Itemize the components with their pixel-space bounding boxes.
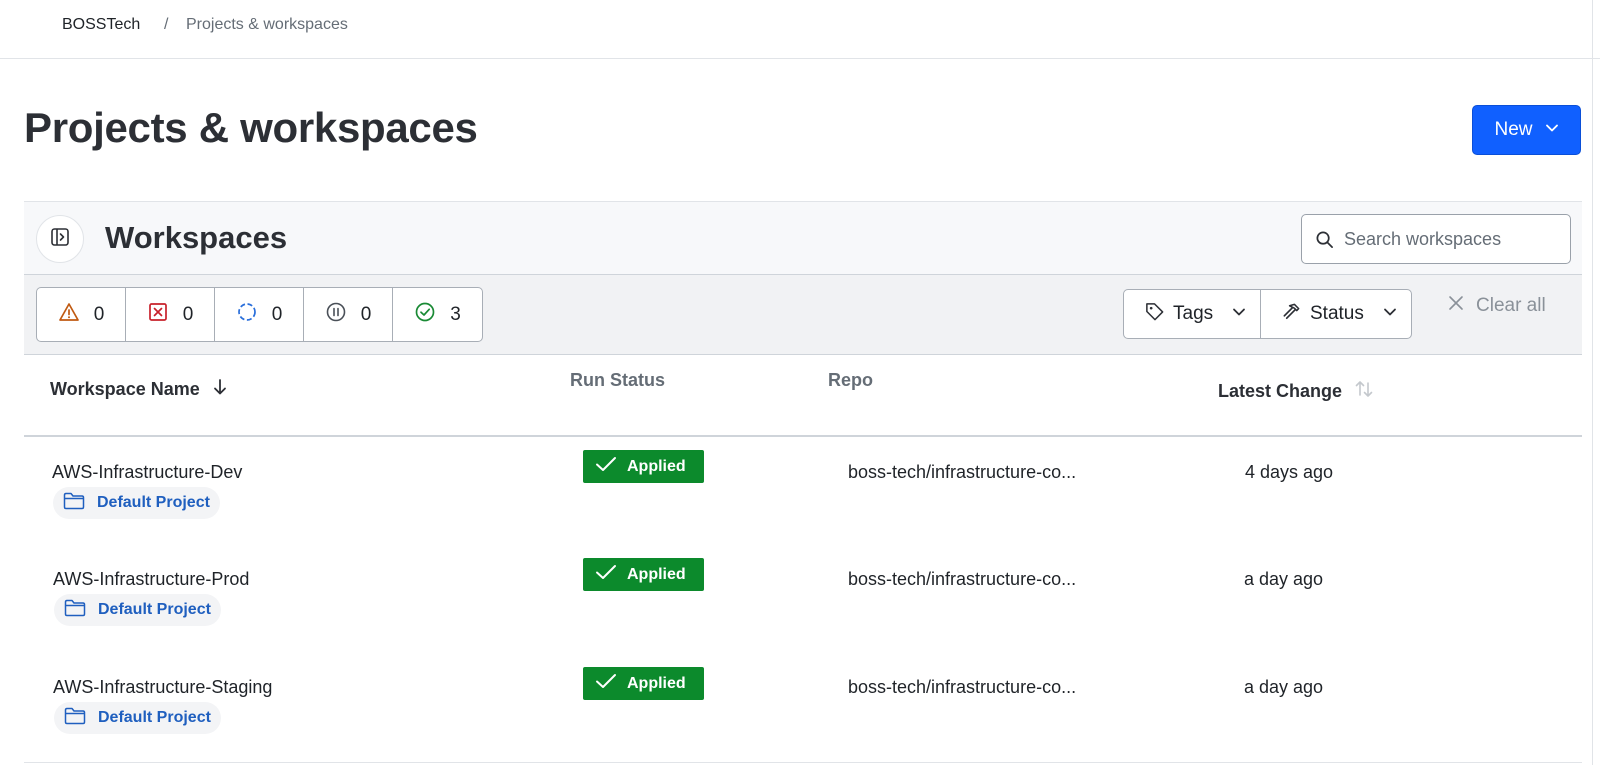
project-tag[interactable]: Default Project bbox=[54, 702, 221, 734]
new-button-label: New bbox=[1494, 119, 1533, 140]
table-row[interactable]: AWS-Infrastructure-Prod Default Project … bbox=[24, 558, 1582, 669]
search-workspaces-box[interactable] bbox=[1301, 214, 1571, 264]
column-header-run-status: Run Status bbox=[570, 370, 666, 390]
column-header-latest-change[interactable]: Latest Change bbox=[1218, 378, 1374, 405]
folder-icon bbox=[64, 599, 86, 622]
workspace-name-link[interactable]: AWS-Infrastructure-Staging bbox=[53, 677, 272, 698]
project-tag-label: Default Project bbox=[97, 494, 210, 511]
check-icon bbox=[595, 456, 617, 477]
repo-link[interactable]: boss-tech/infrastructure-co... bbox=[848, 569, 1076, 590]
latest-change-text: 4 days ago bbox=[1245, 462, 1334, 482]
breadcrumb-current-page: Projects & workspaces bbox=[186, 16, 348, 33]
error-icon bbox=[147, 301, 169, 329]
table-row[interactable]: AWS-Infrastructure-Staging Default Proje… bbox=[24, 667, 1582, 765]
table-row[interactable]: AWS-Infrastructure-Dev Default Project A… bbox=[24, 450, 1582, 562]
status-filter-count: 0 bbox=[360, 303, 372, 325]
check-icon bbox=[595, 564, 617, 585]
clear-all-button[interactable]: Clear all bbox=[1448, 295, 1546, 317]
workspace-name-link[interactable]: AWS-Infrastructure-Prod bbox=[53, 569, 249, 590]
sort-icon bbox=[1354, 378, 1374, 405]
breadcrumb-org-link[interactable]: BOSSTech bbox=[62, 16, 140, 34]
column-header-repo: Repo bbox=[828, 370, 873, 390]
column-header-workspace-name[interactable]: Workspace Name bbox=[50, 378, 228, 401]
success-icon bbox=[414, 301, 436, 329]
workspaces-title: Workspaces bbox=[105, 220, 288, 255]
chevron-down-icon bbox=[1545, 119, 1559, 141]
chevron-down-icon bbox=[1383, 303, 1397, 325]
repo-link[interactable]: boss-tech/infrastructure-co... bbox=[848, 677, 1076, 698]
workspaces-header: Workspaces bbox=[24, 201, 1582, 275]
hammer-icon bbox=[1281, 301, 1302, 328]
close-icon bbox=[1448, 295, 1464, 317]
search-icon bbox=[1315, 230, 1334, 254]
table-header: Workspace Name Run Status Repo Latest Ch… bbox=[24, 355, 1582, 437]
page-title: Projects & workspaces bbox=[24, 104, 478, 151]
tags-dropdown[interactable]: Tags bbox=[1124, 290, 1261, 338]
paused-icon bbox=[325, 301, 347, 329]
run-status-badge: Applied bbox=[583, 558, 704, 591]
run-status-badge: Applied bbox=[583, 667, 704, 700]
project-tag[interactable]: Default Project bbox=[54, 594, 221, 626]
breadcrumb: BOSSTech / Projects & workspaces bbox=[0, 0, 1600, 59]
project-tag-label: Default Project bbox=[98, 601, 211, 618]
project-tag-label: Default Project bbox=[98, 709, 211, 726]
status-dropdown-label: Status bbox=[1310, 303, 1364, 324]
latest-change-text: a day ago bbox=[1244, 569, 1324, 589]
latest-change-text: a day ago bbox=[1244, 677, 1324, 697]
check-icon bbox=[595, 673, 617, 694]
status-dropdown[interactable]: Status bbox=[1261, 290, 1411, 338]
repo-link[interactable]: boss-tech/infrastructure-co... bbox=[848, 462, 1076, 483]
sidebar-expand-icon bbox=[50, 227, 70, 252]
page-right-divider bbox=[1592, 0, 1593, 765]
folder-icon bbox=[64, 707, 86, 730]
clear-all-label: Clear all bbox=[1476, 295, 1546, 316]
table-bottom-divider bbox=[24, 762, 1582, 763]
status-filter-error[interactable]: 0 bbox=[126, 288, 215, 341]
run-status-badge: Applied bbox=[583, 450, 704, 483]
breadcrumb-separator: / bbox=[164, 16, 169, 33]
status-filter-count: 0 bbox=[93, 303, 105, 325]
column-header-label: Latest Change bbox=[1218, 381, 1343, 401]
run-status-label: Applied bbox=[627, 674, 686, 692]
status-filter-count: 3 bbox=[450, 303, 461, 325]
filter-bar: 0 0 0 0 3 Tags Status Clear all bbox=[24, 275, 1582, 355]
tags-dropdown-label: Tags bbox=[1173, 303, 1214, 324]
new-button[interactable]: New bbox=[1472, 105, 1581, 155]
status-filter-paused[interactable]: 0 bbox=[304, 288, 393, 341]
arrow-down-icon bbox=[212, 378, 228, 401]
tag-icon bbox=[1144, 301, 1165, 328]
chevron-down-icon bbox=[1232, 303, 1246, 325]
filter-dropdown-group: Tags Status bbox=[1123, 289, 1412, 339]
status-filter-count: 0 bbox=[271, 303, 283, 325]
warning-icon bbox=[58, 301, 80, 329]
status-filter-running[interactable]: 0 bbox=[215, 288, 304, 341]
search-workspaces-input[interactable] bbox=[1344, 223, 1559, 255]
column-header-label: Workspace Name bbox=[50, 379, 200, 399]
status-filter-success[interactable]: 3 bbox=[393, 288, 482, 341]
status-filter-count: 0 bbox=[182, 303, 194, 325]
folder-icon bbox=[63, 492, 85, 515]
status-filter-warning[interactable]: 0 bbox=[37, 288, 126, 341]
run-status-filter-group: 0 0 0 0 3 bbox=[36, 287, 483, 342]
workspace-name-link[interactable]: AWS-Infrastructure-Dev bbox=[52, 462, 242, 483]
sidebar-toggle-button[interactable] bbox=[36, 215, 84, 263]
running-icon bbox=[236, 301, 258, 329]
project-tag[interactable]: Default Project bbox=[53, 487, 220, 519]
run-status-label: Applied bbox=[627, 565, 686, 583]
run-status-label: Applied bbox=[627, 457, 686, 475]
